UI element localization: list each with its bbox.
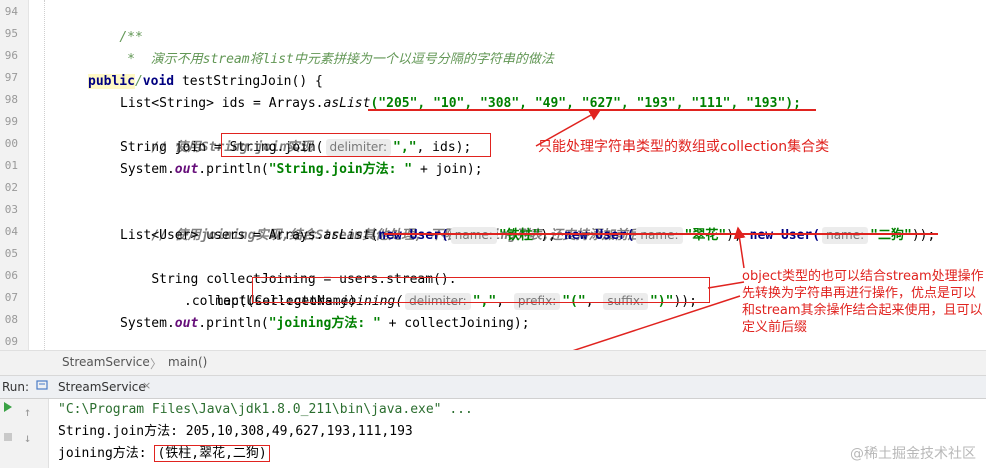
line-number: 04 xyxy=(4,225,18,238)
string-literal: "joining方法: " xyxy=(268,316,381,331)
line-number: 06 xyxy=(4,269,18,282)
method-signature: testStringJoin() { xyxy=(181,74,323,89)
console-command-line: "C:\Program Files\Java\jdk1.8.0_211\bin\… xyxy=(58,402,473,417)
code-line-101: System.out.println("String.join方法: " + j… xyxy=(120,159,483,181)
aslist-underline xyxy=(368,109,816,111)
keyword-public: public xyxy=(88,74,135,89)
line-number: 09 xyxy=(4,335,18,348)
console-toolbar: ↑ ↓ xyxy=(0,399,49,468)
code-editor[interactable]: 94 95 96 97 98 99 00 01 02 03 04 05 06 0… xyxy=(0,0,986,350)
line-number: 00 xyxy=(4,137,18,150)
close-icon[interactable]: × xyxy=(142,379,151,392)
code-line-98: List<String> ids = Arrays.asList("205", … xyxy=(120,93,801,115)
new-user-underline xyxy=(384,233,938,235)
run-tab[interactable]: StreamService xyxy=(58,380,146,394)
line-number: 98 xyxy=(4,93,18,106)
code-line-104: List<User> users = Arrays.asList(new Use… xyxy=(120,225,935,247)
run-config-icon xyxy=(36,379,48,391)
line-number: 01 xyxy=(4,159,18,172)
line-number: 97 xyxy=(4,71,18,84)
code-line-97: public void testStringJoin() { xyxy=(88,71,323,93)
keyword-new: new User( xyxy=(749,228,821,243)
string-join-highlight-box xyxy=(221,133,491,157)
code-text: System. xyxy=(120,162,175,177)
line-number: 05 xyxy=(4,247,18,260)
breadcrumb-class[interactable]: StreamService xyxy=(62,355,150,369)
console-output-line: joining方法: (铁柱,翠花,二狗) xyxy=(58,443,270,465)
code-text: ), xyxy=(540,228,564,243)
code-text: List<User> users = Arrays. xyxy=(120,228,324,243)
stop-icon[interactable] xyxy=(2,431,14,443)
code-text: .collect( xyxy=(184,294,255,309)
code-line-94: /** xyxy=(88,5,142,45)
console-output-line: String.join方法: 205,10,308,49,627,193,111… xyxy=(58,424,413,439)
joining-output-highlight: (铁柱,翠花,二狗) xyxy=(154,445,270,462)
line-number: 03 xyxy=(4,203,18,216)
code-text: )); xyxy=(911,228,936,243)
run-label: Run: xyxy=(2,380,30,394)
string-literal: "铁柱" xyxy=(498,228,541,243)
watermark: @稀土掘金技术社区 xyxy=(850,446,976,462)
annotation-note-2: object类型的也可以结合stream处理操作先转换为字符串再进行操作，优点是… xyxy=(742,269,984,335)
param-hint: name: xyxy=(822,227,869,244)
arrow-up-icon[interactable]: ↑ xyxy=(24,405,31,419)
code-line-103: // 使用joining实现,结合Stream其他处理, 不限于String列表… xyxy=(120,203,654,243)
collectors-joining-highlight-box xyxy=(252,277,710,303)
code-text: + collectJoining); xyxy=(380,316,530,331)
code-text: String join = xyxy=(120,140,230,155)
keyword-new: new User( xyxy=(378,228,449,243)
code-line-105: String collectJoining = users.stream(). xyxy=(120,247,456,287)
line-number: 02 xyxy=(4,181,18,194)
code-line-95: * 演示不用stream将list中元素拼接为一个以逗号分隔的字符串的做法 xyxy=(88,27,554,67)
param-hint: name: xyxy=(636,227,683,244)
code-text: .println( xyxy=(198,316,269,331)
breadcrumb: StreamService 〉 main() xyxy=(0,350,986,376)
param-hint: name: xyxy=(450,227,497,244)
code-line-109: } xyxy=(88,333,127,350)
arrow-down-icon[interactable]: ↓ xyxy=(24,431,31,445)
line-number: 08 xyxy=(4,313,18,326)
code-line-96: */ xyxy=(88,49,143,89)
breadcrumb-separator: 〉 xyxy=(150,357,163,371)
indent-guide xyxy=(44,0,45,350)
field-out: out xyxy=(174,162,199,177)
field-out: out xyxy=(174,316,199,331)
string-literal: "String.join方法: " xyxy=(268,162,413,177)
line-number: 95 xyxy=(4,27,18,40)
method-aslist: asList xyxy=(323,228,371,243)
line-number: 07 xyxy=(4,291,18,304)
run-tool-window-header: Run: StreamService × xyxy=(0,376,986,399)
code-text: .println( xyxy=(198,162,269,177)
javadoc-text: * 演示不用stream将list中元素拼接为一个以逗号分隔的字符串的做法 xyxy=(119,52,554,67)
line-number: 94 xyxy=(4,5,18,18)
code-text: + join); xyxy=(412,162,483,177)
gutter-divider xyxy=(28,0,29,350)
code-line-108: System.out.println("joining方法: " + colle… xyxy=(120,313,530,335)
keyword-new: new User( xyxy=(563,228,635,243)
annotation-note-1: 只能处理字符串类型的数组或collection集合类 xyxy=(538,139,830,155)
method-aslist: asList xyxy=(323,96,371,111)
breadcrumb-method[interactable]: main() xyxy=(168,355,207,369)
line-number: 96 xyxy=(4,49,18,62)
code-text: List<String> ids = Arrays. xyxy=(120,96,324,111)
code-text: ), xyxy=(726,228,750,243)
line-number-gutter: 94 95 96 97 98 99 00 01 02 03 04 05 06 0… xyxy=(0,0,28,350)
string-literal: "二狗" xyxy=(870,228,912,243)
rerun-icon[interactable] xyxy=(2,401,14,413)
line-number: 99 xyxy=(4,115,18,128)
console-panel: ↑ ↓ "C:\Program Files\Java\jdk1.8.0_211\… xyxy=(0,399,986,468)
keyword-void: void xyxy=(142,74,175,89)
code-text: System. xyxy=(120,316,175,331)
output-label: joining方法: xyxy=(58,446,155,461)
string-literal: "翠花" xyxy=(684,228,727,243)
